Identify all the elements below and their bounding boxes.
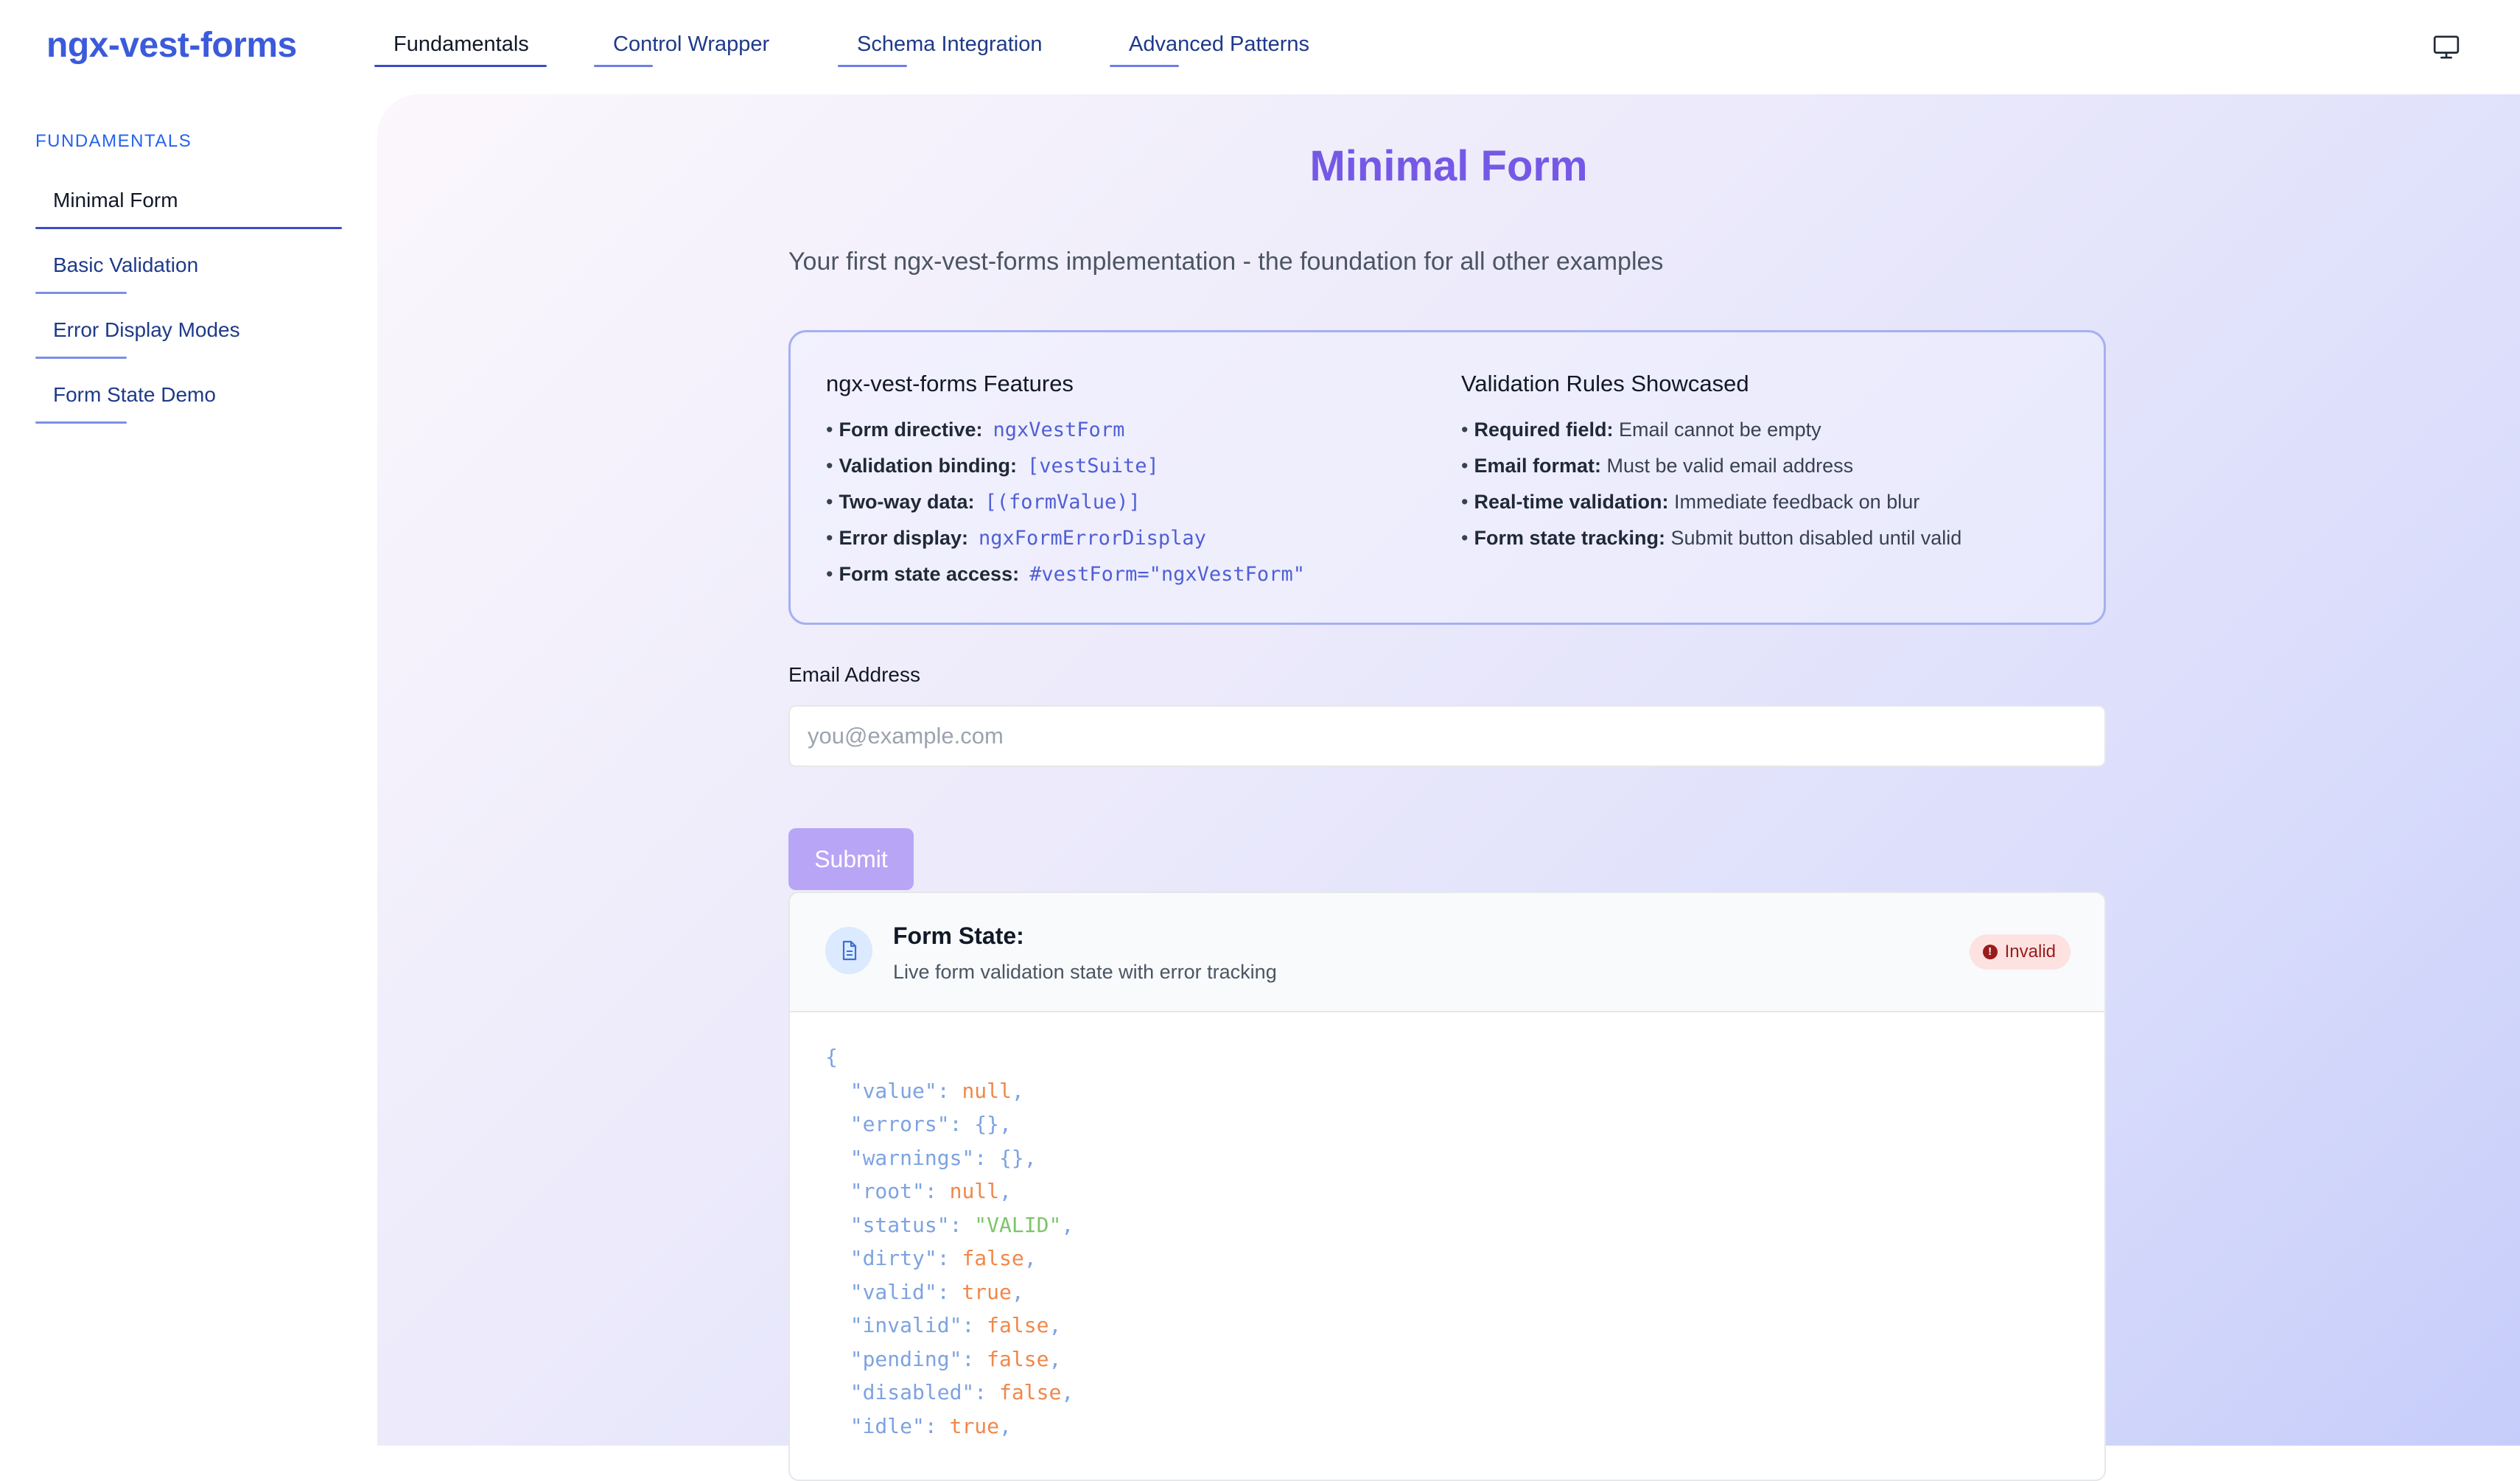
nav-tab-label: Fundamentals	[393, 32, 529, 56]
submit-button[interactable]: Submit	[788, 828, 914, 890]
email-field[interactable]	[788, 705, 2106, 767]
feature-item: • Error display: ngxFormErrorDisplay	[826, 527, 1206, 550]
sidebar-item-underline	[35, 357, 127, 359]
rule-text: Immediate feedback on blur	[1674, 491, 1920, 513]
feature-label: Two-way data:	[839, 491, 975, 513]
json-key: "status"	[850, 1212, 950, 1237]
alert-icon: !	[1982, 945, 1998, 959]
feature-code: ngxFormErrorDisplay	[979, 527, 1206, 550]
nav-tab-schema-integration[interactable]: Schema Integration	[838, 32, 1043, 67]
sidebar-item-label: Error Display Modes	[53, 318, 240, 341]
json-open-brace: {	[825, 1045, 838, 1069]
feature-label: Form state access:	[839, 563, 1020, 585]
features-panel: ngx-vest-forms Features • Form directive:…	[788, 330, 2106, 625]
main-content: Minimal Form Your first ngx-vest-forms i…	[377, 94, 2520, 1481]
rules-title: Validation Rules Showcased	[1461, 371, 1749, 396]
json-value: true	[962, 1279, 1012, 1304]
features-column: ngx-vest-forms Features • Form directive:…	[826, 371, 1305, 592]
nav-tab-underline	[838, 65, 907, 67]
feature-label: Form directive:	[839, 419, 983, 441]
rule-label: Real-time validation:	[1474, 491, 1669, 513]
nav-tab-label: Schema Integration	[857, 32, 1043, 56]
rule-item: • Required field: Email cannot be empty	[1461, 419, 1821, 441]
sidebar-item-minimal-form[interactable]: Minimal Form	[35, 189, 342, 229]
rules-column: Validation Rules Showcased • Required fie…	[1461, 371, 1961, 556]
rule-label: Email format:	[1474, 455, 1601, 477]
app-logo[interactable]: ngx-vest-forms	[46, 25, 297, 66]
sidebar-item-label: Minimal Form	[53, 189, 178, 211]
feature-item: • Two-way data: [(formValue)]	[826, 491, 1141, 514]
rule-item: • Real-time validation: Immediate feedbac…	[1461, 491, 1920, 513]
feature-item: • Form directive: ngxVestForm	[826, 419, 1125, 441]
json-key: "warnings"	[850, 1145, 975, 1170]
json-key: "valid"	[850, 1279, 937, 1304]
json-value: false	[987, 1346, 1049, 1371]
json-key: "invalid"	[850, 1313, 962, 1337]
json-value: null	[949, 1179, 1000, 1203]
page-subtitle: Your first ngx-vest-forms implementation…	[788, 248, 1664, 276]
feature-item: • Form state access: #vestForm="ngxVestFor…	[826, 563, 1305, 586]
nav-tab-advanced-patterns[interactable]: Advanced Patterns	[1110, 32, 1310, 67]
feature-code: [(formValue)]	[984, 491, 1141, 514]
sidebar-item-underline	[35, 292, 127, 294]
top-navbar: ngx-vest-forms Fundamentals Control Wrap…	[0, 0, 2520, 94]
json-key: "errors"	[850, 1112, 950, 1136]
feature-item: • Validation binding: [vestSuite]	[826, 455, 1159, 477]
rule-label: Form state tracking:	[1474, 527, 1666, 549]
json-key: "value"	[850, 1078, 937, 1103]
sidebar-item-label: Form State Demo	[53, 383, 216, 406]
feature-label: Validation binding:	[839, 455, 1017, 477]
json-value: false	[962, 1246, 1024, 1270]
json-value: true	[949, 1413, 1000, 1438]
sidebar-heading: FUNDAMENTALS	[35, 131, 192, 151]
document-icon	[825, 927, 872, 974]
sidebar-item-form-state-demo[interactable]: Form State Demo	[35, 383, 216, 424]
json-key: "idle"	[850, 1413, 925, 1438]
feature-code: #vestForm="ngxVestForm"	[1029, 563, 1305, 586]
json-value: {}	[974, 1112, 1000, 1136]
rule-text: Submit button disabled until valid	[1670, 527, 1962, 549]
page-title: Minimal Form	[1309, 142, 1588, 190]
json-value: false	[999, 1380, 1062, 1404]
form-state-subtitle: Live form validation state with error tr…	[893, 961, 1277, 983]
json-value: {}	[999, 1145, 1024, 1170]
nav-tab-fundamentals[interactable]: Fundamentals	[374, 32, 547, 67]
nav-tab-underline	[1110, 65, 1179, 67]
rule-text: Email cannot be empty	[1618, 419, 1821, 441]
feature-code: ngxVestForm	[993, 419, 1125, 441]
nav-tab-control-wrapper[interactable]: Control Wrapper	[594, 32, 770, 67]
rule-item: • Email format: Must be valid email addre…	[1461, 455, 1854, 477]
json-key: "pending"	[850, 1346, 962, 1371]
sidebar-item-label: Basic Validation	[53, 253, 199, 276]
form-state-header: Form State: Live form validation state w…	[790, 893, 2104, 1012]
json-key: "dirty"	[850, 1246, 937, 1270]
rule-text: Must be valid email address	[1606, 455, 1854, 477]
sidebar-item-basic-validation[interactable]: Basic Validation	[35, 253, 199, 294]
nav-tab-underline	[374, 65, 547, 67]
form-state-json: { "value": null, "errors": {}, "warnings…	[825, 1045, 1074, 1438]
form-state-card: Form State: Live form validation state w…	[788, 892, 2106, 1481]
nav-tab-label: Control Wrapper	[613, 32, 770, 56]
json-key: "root"	[850, 1179, 925, 1203]
sidebar-item-underline	[35, 421, 127, 424]
feature-label: Error display:	[839, 527, 969, 549]
status-badge: ! Invalid	[1969, 934, 2071, 970]
nav-tab-underline	[594, 65, 653, 67]
feature-code: [vestSuite]	[1026, 455, 1159, 477]
form-state-title: Form State:	[893, 922, 1024, 949]
sidebar-item-error-display-modes[interactable]: Error Display Modes	[35, 318, 240, 359]
email-label: Email Address	[788, 663, 920, 686]
rule-item: • Form state tracking: Submit button disa…	[1461, 527, 1962, 549]
sidebar: FUNDAMENTALS Minimal Form Basic Validati…	[0, 94, 376, 1446]
monitor-icon[interactable]	[2432, 32, 2461, 62]
json-value: null	[962, 1078, 1012, 1103]
status-badge-label: Invalid	[2004, 942, 2056, 962]
json-key: "disabled"	[850, 1380, 975, 1404]
json-value: "VALID"	[974, 1212, 1062, 1237]
rule-label: Required field:	[1474, 419, 1614, 441]
nav-tab-label: Advanced Patterns	[1129, 32, 1310, 56]
features-title: ngx-vest-forms Features	[826, 371, 1074, 396]
sidebar-item-underline	[35, 227, 342, 229]
json-value: false	[987, 1313, 1049, 1337]
